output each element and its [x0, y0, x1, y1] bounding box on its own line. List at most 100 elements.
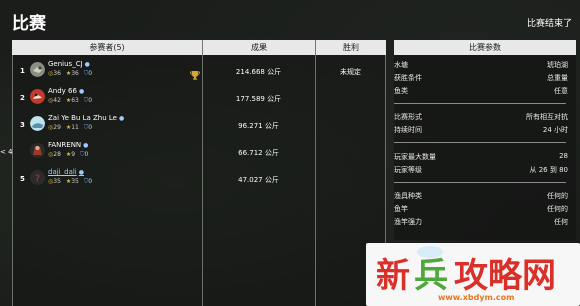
- player-name[interactable]: daji_dali ●: [48, 168, 84, 176]
- header-participants: 参赛者(5): [89, 43, 125, 52]
- stat-level: 35: [53, 178, 61, 185]
- player-name-text[interactable]: FANRENN: [48, 141, 81, 149]
- catch-weight: 66.712 公斤: [238, 149, 279, 157]
- param-label: 渔具种类: [394, 192, 422, 200]
- param-label: 鱼竿: [394, 205, 408, 213]
- svg-text:攻略网: 攻略网: [454, 256, 556, 293]
- param-row-rod: 鱼竿 任何的: [394, 204, 576, 216]
- param-value: 任何的: [547, 192, 568, 200]
- current-player-marker: < 4: [0, 148, 13, 156]
- player-name-text[interactable]: Andy 66: [48, 87, 77, 95]
- param-label: 比赛形式: [394, 113, 422, 121]
- svg-text:?: ?: [35, 174, 40, 185]
- stat-level: 29: [53, 124, 61, 131]
- param-row-rod-power: 渔竿强力 任何: [394, 217, 576, 229]
- page-title: 比赛: [12, 14, 46, 34]
- online-dot-icon: ●: [78, 169, 84, 176]
- svg-text:新: 新: [376, 256, 410, 293]
- online-dot-icon: ●: [84, 61, 90, 68]
- avatar: [30, 116, 45, 131]
- avatar: ?: [30, 170, 45, 185]
- table-row[interactable]: 5 ? daji_dali ● ◎35 ★35 ⛉0 47.027 公斤: [12, 167, 386, 194]
- param-row-player-level: 玩家等级 从 26 到 80: [394, 165, 576, 177]
- player-name[interactable]: FANRENN ●: [48, 141, 88, 149]
- header-result: 成果: [202, 40, 315, 55]
- rank-number: 3: [20, 121, 25, 129]
- stat-shield: 0: [88, 178, 93, 185]
- competition-parameters-panel: 比赛参数 水塘 琥珀湖 获胜条件 总重量 鱼类 任意 比赛形式 所有相互对抗 持…: [394, 40, 576, 240]
- player-name[interactable]: Zai Ye Bu La Zhu Le ●: [48, 114, 124, 122]
- player-stats: ◎28 ★9 ⛉0: [48, 151, 88, 159]
- param-row-format: 比赛形式 所有相互对抗: [394, 112, 576, 124]
- catch-weight: 177.589 公斤: [235, 95, 282, 103]
- param-value: 琥珀湖: [547, 61, 568, 69]
- separator: [394, 103, 566, 104]
- site-url: www.xbdym.com: [438, 293, 515, 302]
- header-win: 胜利: [315, 40, 386, 55]
- rank-number: 1: [20, 67, 25, 75]
- stat-level: 42: [53, 97, 61, 104]
- param-label: 渔竿强力: [394, 218, 422, 226]
- player-name-text[interactable]: daji_dali: [48, 168, 77, 176]
- stat-rating: 11: [71, 124, 79, 131]
- param-value: 总重量: [547, 74, 568, 82]
- stat-rating: 35: [71, 178, 79, 185]
- param-value: 28: [559, 152, 568, 160]
- param-label: 水塘: [394, 61, 408, 69]
- stat-rating: 63: [71, 97, 79, 104]
- player-name[interactable]: Andy 66 ●: [48, 87, 84, 95]
- stat-shield: 0: [88, 124, 93, 131]
- param-label: 鱼类: [394, 87, 408, 95]
- table-row[interactable]: < 4 FANRENN ● ◎28 ★9 ⛉0 66.712 公斤: [0, 140, 386, 167]
- catch-weight: 214.668 公斤: [235, 68, 282, 76]
- table-row[interactable]: 1 Genius_CJ ● ◎36 ★36 ⛉0 214.668 公斤 未规定: [12, 59, 386, 86]
- param-row-fish-type: 鱼类 任意: [394, 86, 576, 98]
- param-value: 任意: [554, 87, 568, 95]
- param-label: 获胜条件: [394, 74, 422, 82]
- table-row[interactable]: 3 Zai Ye Bu La Zhu Le ● ◎29 ★11 ⛉0 96.271…: [12, 113, 386, 140]
- online-dot-icon: ●: [119, 115, 125, 122]
- param-value: 任何: [554, 218, 568, 226]
- param-value: 24 小时: [542, 126, 568, 134]
- online-dot-icon: ●: [83, 142, 89, 149]
- player-stats: ◎36 ★36 ⛉0: [48, 70, 92, 78]
- table-row[interactable]: 2 Andy 66 ● ◎42 ★63 ⛉0 177.589 公斤: [12, 86, 386, 113]
- stat-rating: 9: [71, 151, 76, 158]
- site-logo: 新 兵 攻略网: [376, 256, 556, 293]
- stat-level: 36: [53, 70, 61, 77]
- trophy-icon: [190, 65, 200, 80]
- parameters-header: 比赛参数: [394, 40, 576, 55]
- stat-shield: 0: [84, 151, 89, 158]
- competition-status: 比赛结束了: [526, 19, 572, 29]
- player-stats: ◎29 ★11 ⛉0: [48, 124, 92, 132]
- avatar: [30, 89, 45, 104]
- rank-number: 5: [20, 175, 25, 183]
- stat-rating: 36: [71, 70, 79, 77]
- separator: [394, 142, 566, 143]
- win-value: 未规定: [340, 68, 361, 76]
- param-label: 玩家最大数量: [394, 153, 436, 161]
- participants-table-header: 参赛者(5) 成果 胜利: [12, 40, 386, 55]
- player-name-text[interactable]: Genius_CJ: [48, 60, 83, 68]
- separator: [394, 182, 566, 183]
- player-name-text[interactable]: Zai Ye Bu La Zhu Le: [48, 114, 117, 122]
- param-row-win-condition: 获胜条件 总重量: [394, 73, 576, 85]
- player-name[interactable]: Genius_CJ ●: [48, 60, 90, 68]
- player-stats: ◎35 ★35 ⛉0: [48, 178, 92, 186]
- param-row-pond: 水塘 琥珀湖: [394, 60, 576, 72]
- stat-shield: 0: [88, 97, 93, 104]
- avatar: [30, 143, 45, 158]
- param-row-duration: 持续时间 24 小时: [394, 125, 576, 137]
- participants-panel: 参赛者(5) 成果 胜利 1 Genius_CJ ● ◎36 ★36 ⛉0 214…: [0, 40, 386, 306]
- param-row-tackle-type: 渔具种类 任何的: [394, 191, 576, 203]
- param-value: 任何的: [547, 205, 568, 213]
- param-value: 所有相互对抗: [526, 113, 568, 121]
- svg-text:兵: 兵: [414, 256, 448, 293]
- player-stats: ◎42 ★63 ⛉0: [48, 97, 92, 105]
- param-label: 玩家等级: [394, 166, 422, 174]
- catch-weight: 96.271 公斤: [238, 122, 279, 130]
- rank-number: 2: [20, 94, 25, 102]
- online-dot-icon: ●: [78, 88, 85, 95]
- avatar: [30, 62, 45, 77]
- param-row-max-players: 玩家最大数量 28: [394, 152, 576, 164]
